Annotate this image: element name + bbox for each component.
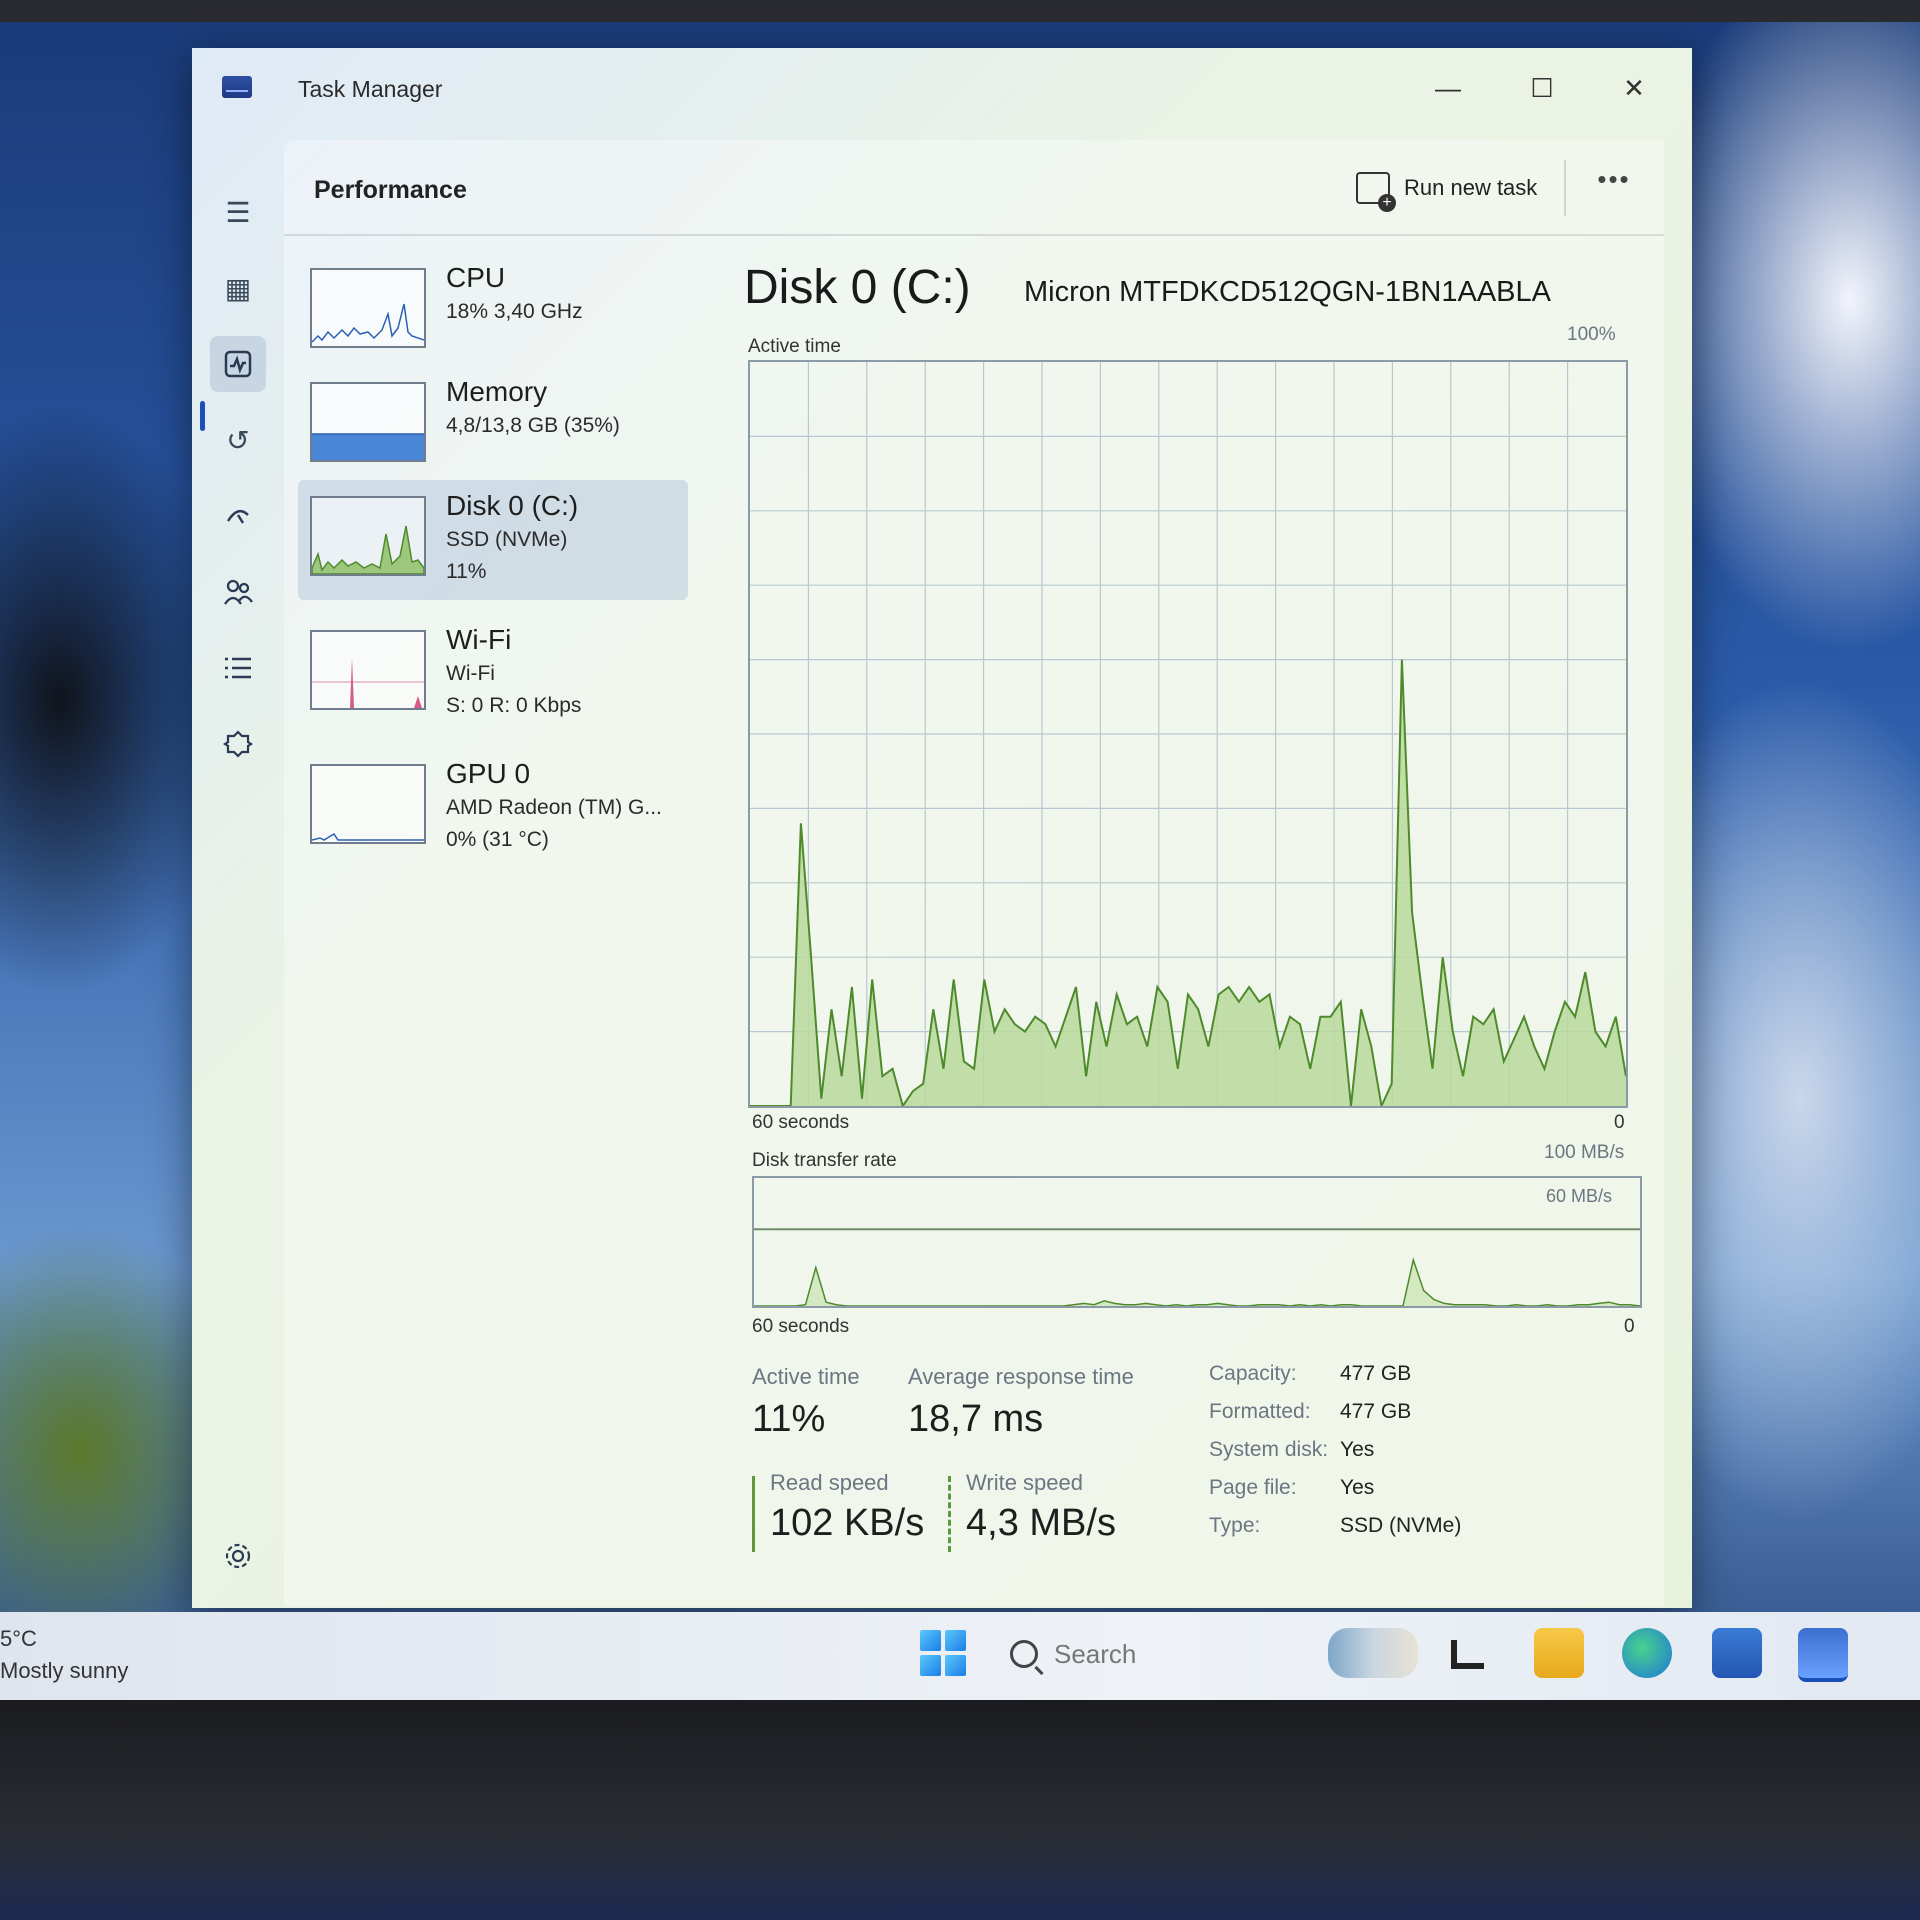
users-icon[interactable] (210, 564, 266, 620)
transfer-rate-zero-label: 0 (1624, 1316, 1635, 1337)
transfer-rate-max-label: 100 MB/s (1544, 1142, 1625, 1163)
taskbar: 5°C Mostly sunny Search (0, 1612, 1920, 1700)
device-name: CPU (446, 262, 506, 293)
more-options-button[interactable]: ••• (1584, 164, 1644, 208)
navigation-rail: ☰ ▦ ↺ (192, 128, 282, 1608)
maximize-button[interactable]: ☐ (1520, 66, 1564, 110)
read-speed-label: Read speed (770, 1470, 889, 1495)
device-detail: Wi-Fi (446, 662, 495, 685)
device-name: GPU 0 (446, 758, 531, 789)
active-time-max-label: 100% (1567, 324, 1616, 345)
details-list-icon[interactable] (210, 640, 266, 696)
type-value: SSD (NVMe) (1340, 1514, 1462, 1537)
screen-bezel-top (0, 0, 1920, 22)
performance-panel: Performance Run new task ••• CPU 18% 3,4… (284, 140, 1664, 1606)
write-speed-label: Write speed (966, 1470, 1083, 1495)
system-disk-value: Yes (1340, 1438, 1375, 1461)
laptop-bezel (0, 1700, 1920, 1920)
header-divider (1564, 160, 1566, 216)
active-time-stat-label: Active time (752, 1364, 860, 1389)
page-header: Performance Run new task ••• (284, 140, 1664, 236)
avg-response-stat-label: Average response time (908, 1364, 1134, 1389)
task-manager-window: Task Manager — ☐ ✕ ☰ ▦ ↺ Performance + R… (192, 48, 1692, 1608)
run-task-icon (1356, 172, 1396, 212)
task-manager-app-icon (222, 76, 252, 98)
wifi-thumbnail-graph (310, 630, 426, 710)
device-usage: 0% (31 °C) (446, 828, 549, 851)
active-time-seconds-label: 60 seconds (752, 1112, 850, 1133)
file-explorer-icon[interactable] (1534, 1628, 1584, 1678)
formatted-label: Formatted: (1209, 1400, 1311, 1423)
read-speed-indicator (752, 1476, 755, 1552)
device-detail: AMD Radeon (TM) G... (446, 796, 662, 819)
device-item-disk-0[interactable]: Disk 0 (C:) SSD (NVMe) 11% (298, 480, 688, 600)
active-time-stat-value: 11% (752, 1398, 826, 1440)
task-view-icon[interactable] (1444, 1628, 1494, 1678)
page-file-value: Yes (1340, 1476, 1375, 1499)
weather-temperature[interactable]: 5°C (0, 1626, 37, 1652)
active-time-graph-label: Active time (748, 336, 841, 357)
search-placeholder: Search (1054, 1638, 1137, 1669)
minimize-button[interactable]: — (1426, 66, 1470, 110)
active-nav-indicator (200, 401, 205, 431)
transfer-rate-seconds-label: 60 seconds (752, 1316, 850, 1337)
device-name: Wi-Fi (446, 624, 512, 655)
services-icon[interactable] (210, 716, 266, 772)
task-manager-taskbar-icon[interactable] (1798, 1628, 1848, 1682)
transfer-rate-graph-label: Disk transfer rate (752, 1150, 897, 1171)
disk-title: Disk 0 (C:) (744, 261, 971, 314)
run-new-task-label: Run new task (1404, 175, 1538, 200)
active-time-graph (748, 360, 1628, 1108)
disk-model: Micron MTFDKCD512QGN-1BN1AABLA (1024, 276, 1551, 308)
active-time-zero-label: 0 (1614, 1112, 1625, 1133)
transfer-rate-graph (752, 1176, 1642, 1308)
cpu-thumbnail-graph (310, 268, 426, 348)
transfer-rate-mid-label: 60 MB/s (1546, 1186, 1613, 1206)
device-item-cpu[interactable]: CPU 18% 3,40 GHz (298, 252, 688, 372)
page-title: Performance (314, 176, 467, 204)
transfer-line-series-0 (754, 1257, 1640, 1306)
formatted-value: 477 GB (1340, 1400, 1412, 1423)
widgets-icon[interactable] (1328, 1628, 1418, 1678)
avg-response-stat-value: 18,7 ms (908, 1398, 1044, 1440)
device-detail: SSD (NVMe) (446, 528, 568, 551)
device-name: Disk 0 (C:) (446, 490, 579, 521)
device-item-gpu-0[interactable]: GPU 0 AMD Radeon (TM) G... 0% (31 °C) (298, 748, 688, 868)
window-title: Task Manager (298, 76, 443, 102)
memory-thumbnail-graph (310, 382, 426, 462)
close-button[interactable]: ✕ (1612, 66, 1656, 110)
search-icon (1010, 1640, 1038, 1668)
disk-thumbnail-graph (310, 496, 426, 576)
taskbar-search[interactable]: Search (1010, 1630, 1260, 1678)
device-detail: 18% 3,40 GHz (446, 300, 583, 323)
capacity-value: 477 GB (1340, 1362, 1412, 1385)
processes-icon[interactable]: ▦ (210, 260, 266, 316)
device-name: Memory (446, 376, 548, 407)
device-usage: S: 0 R: 0 Kbps (446, 694, 582, 717)
device-usage: 11% (446, 560, 487, 583)
settings-gear-icon[interactable] (210, 1528, 266, 1584)
device-item-memory[interactable]: Memory 4,8/13,8 GB (35%) (298, 366, 688, 486)
app-history-icon[interactable]: ↺ (210, 412, 266, 468)
system-disk-label: System disk: (1209, 1438, 1329, 1461)
performance-icon[interactable] (210, 336, 266, 392)
page-file-label: Page file: (1209, 1476, 1297, 1499)
type-label: Type: (1209, 1514, 1261, 1537)
edge-browser-icon[interactable] (1622, 1628, 1672, 1678)
write-speed-indicator (948, 1476, 951, 1552)
hamburger-menu-icon[interactable]: ☰ (210, 184, 266, 240)
weather-description[interactable]: Mostly sunny (0, 1658, 128, 1684)
start-button[interactable] (920, 1630, 966, 1676)
microsoft-store-icon[interactable] (1712, 1628, 1762, 1678)
startup-apps-icon[interactable] (210, 488, 266, 544)
write-speed-value: 4,3 MB/s (966, 1502, 1116, 1544)
capacity-label: Capacity: (1209, 1362, 1297, 1385)
title-bar[interactable]: Task Manager — ☐ ✕ (192, 48, 1692, 128)
read-speed-value: 102 KB/s (770, 1502, 925, 1544)
run-new-task-button[interactable]: Run new task (1344, 166, 1549, 212)
transfer-area-series-0 (754, 1259, 1640, 1306)
device-item-wifi[interactable]: Wi-Fi Wi-Fi S: 0 R: 0 Kbps (298, 614, 688, 734)
device-detail: 4,8/13,8 GB (35%) (446, 414, 620, 437)
gpu-thumbnail-graph (310, 764, 426, 844)
